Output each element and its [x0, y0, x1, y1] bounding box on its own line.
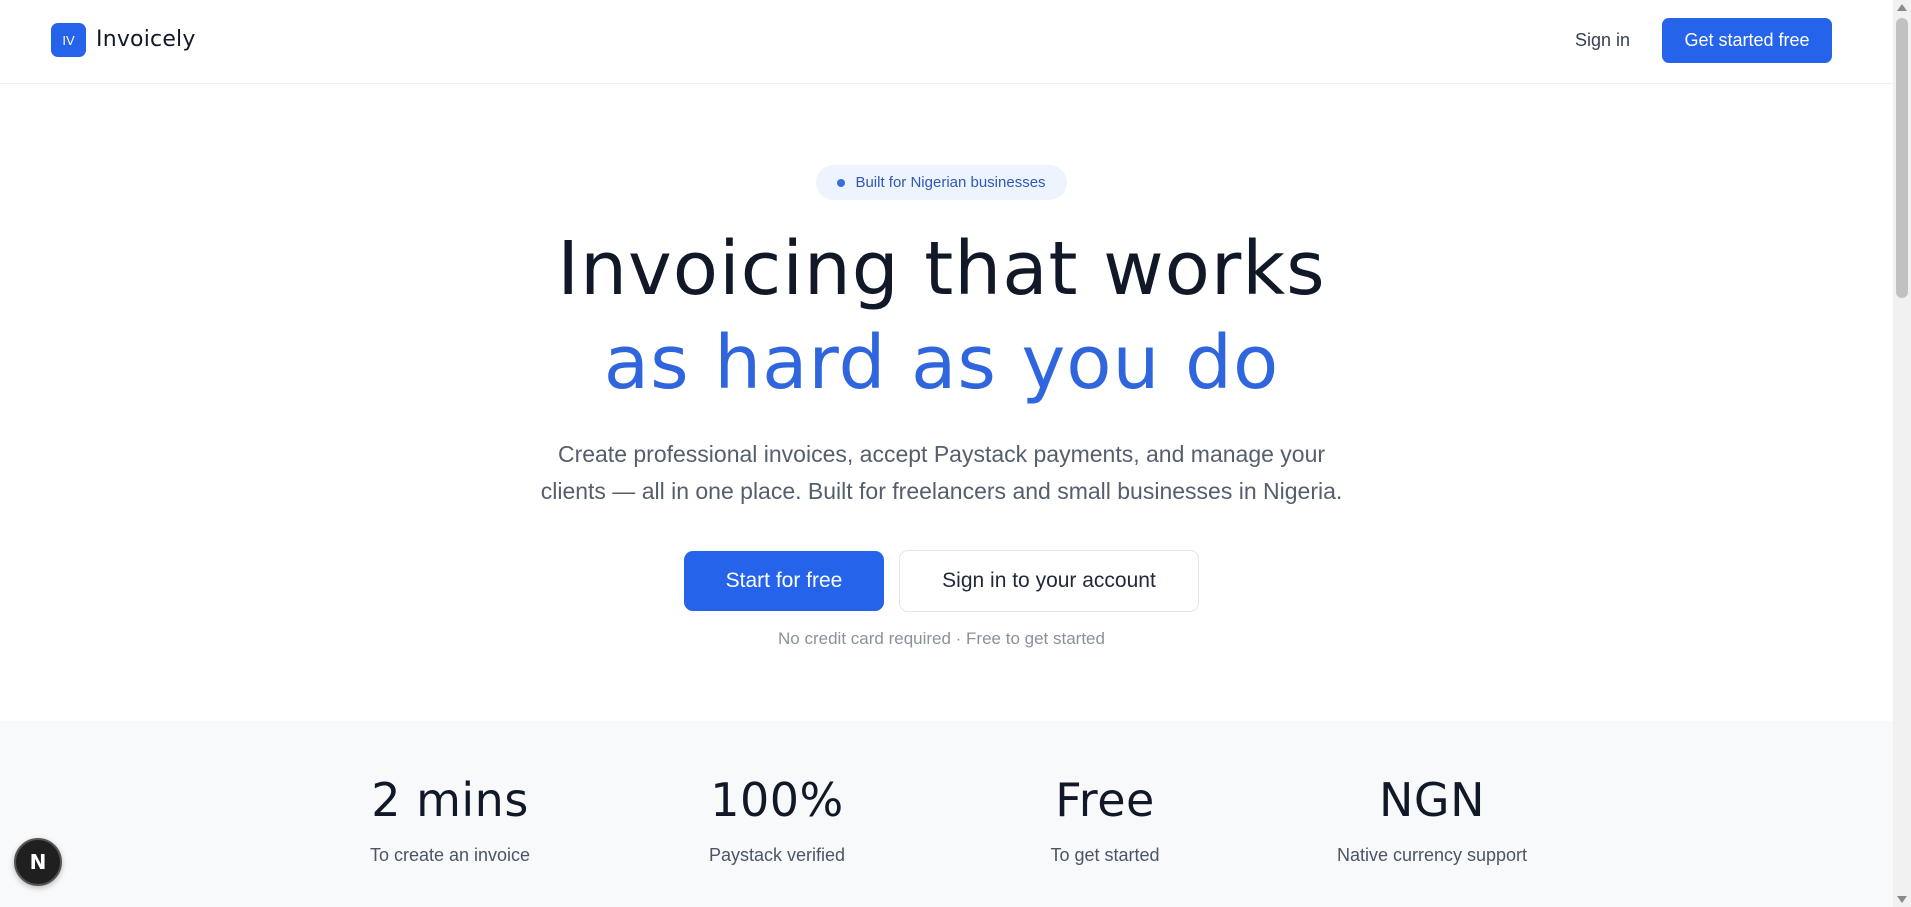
badge-label: Built for Nigerian businesses — [855, 174, 1046, 191]
site-header: IV Invoicely Sign in Get started free — [0, 0, 1893, 84]
scroll-up-arrow-icon[interactable] — [1897, 4, 1907, 11]
fab-letter: N — [29, 850, 47, 874]
vertical-scrollbar[interactable] — [1893, 0, 1911, 907]
stat-item: 100% Paystack verified — [647, 721, 907, 866]
stat-item: 2 mins To create an invoice — [320, 721, 580, 866]
get-started-button[interactable]: Get started free — [1662, 18, 1832, 63]
sign-in-link[interactable]: Sign in — [1575, 30, 1630, 51]
stat-item: NGN Native currency support — [1302, 721, 1562, 866]
stat-item: Free To get started — [975, 721, 1235, 866]
sign-in-account-button[interactable]: Sign in to your account — [899, 550, 1199, 612]
stat-value: NGN — [1379, 773, 1485, 827]
hero-subtitle-line-2: clients — all in one place. Built for fr… — [540, 478, 1343, 504]
stat-value: 2 mins — [371, 773, 529, 827]
start-for-free-button[interactable]: Start for free — [684, 551, 884, 611]
stat-label: Native currency support — [1336, 845, 1528, 865]
stat-label: Paystack verified — [708, 845, 846, 865]
hero-badge: Built for Nigerian businesses — [816, 165, 1067, 200]
stat-label: To create an invoice — [369, 845, 531, 865]
stat-value: 100% — [710, 773, 844, 827]
hero-subtitle-line-1: Create professional invoices, accept Pay… — [557, 441, 1326, 467]
badge-dot-icon — [837, 178, 846, 187]
brand-name[interactable]: Invoicely — [96, 27, 196, 52]
stat-value: Free — [1055, 773, 1155, 827]
stat-label: To get started — [1050, 845, 1160, 865]
logo-icon[interactable]: IV — [51, 23, 86, 57]
stats-section: 2 mins To create an invoice 100% Paystac… — [0, 721, 1893, 907]
nextjs-dev-indicator-icon[interactable]: N — [14, 838, 62, 886]
hero-note: No credit card required · Free to get st… — [778, 629, 1105, 648]
page: IV Invoicely Sign in Get started free Bu… — [0, 0, 1893, 907]
scroll-down-arrow-icon[interactable] — [1897, 896, 1907, 903]
scrollbar-thumb[interactable] — [1896, 18, 1908, 298]
hero-title-line-2: as hard as you do — [603, 320, 1280, 406]
hero-title-line-1: Invoicing that works — [557, 226, 1326, 312]
